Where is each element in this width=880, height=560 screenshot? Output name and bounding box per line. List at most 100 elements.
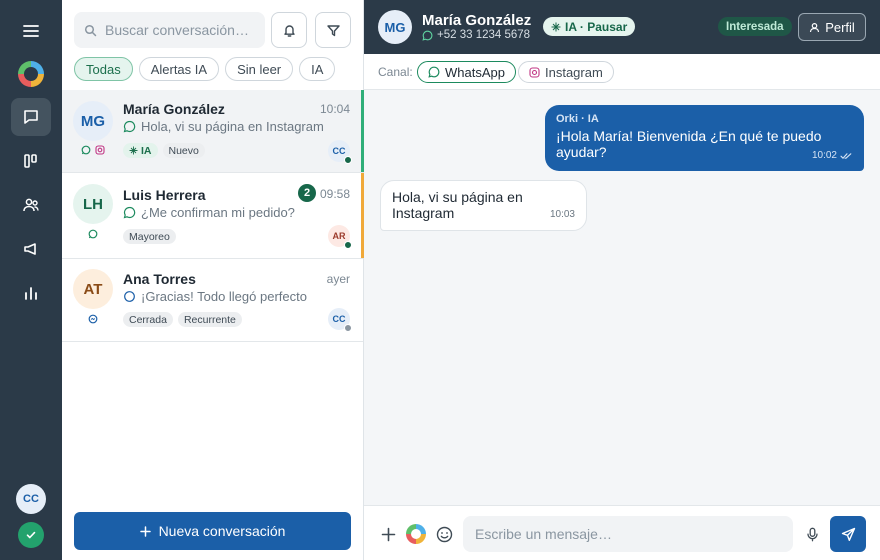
whatsapp-icon: [81, 145, 91, 155]
double-check-icon: [840, 152, 852, 160]
preview-text: ¿Me confirman mi pedido?: [141, 205, 295, 220]
profile-button[interactable]: Perfil: [798, 13, 866, 41]
search-icon: [84, 24, 97, 37]
channel-icons: [81, 145, 105, 155]
notifications-button[interactable]: [271, 12, 307, 48]
contact-name: María González: [422, 12, 532, 29]
send-icon: [841, 527, 856, 542]
channel-icons: [88, 229, 98, 239]
conversation-tags: Mayoreo: [123, 229, 176, 244]
send-button[interactable]: [830, 516, 866, 552]
user-avatar[interactable]: CC: [16, 484, 46, 514]
whatsapp-icon: [123, 120, 136, 133]
preview-text: ¡Gracias! Todo llegó perfecto: [141, 289, 307, 304]
channel-instagram[interactable]: Instagram: [518, 61, 614, 83]
board-icon: [22, 152, 40, 170]
bell-icon: [282, 23, 297, 38]
tag-closed: Cerrada: [123, 312, 173, 327]
conversation-item[interactable]: LH Luis Herrera 2 09:58 ¿Me confirman mi…: [62, 173, 364, 259]
tag-wholesale: Mayoreo: [123, 229, 176, 244]
user-icon: [809, 22, 820, 33]
nav-campaigns[interactable]: [11, 230, 51, 268]
app-logo: [18, 61, 44, 87]
conversation-tags: Cerrada Recurrente: [123, 312, 242, 327]
contact-avatar: LH: [73, 184, 113, 224]
assigned-agent: CC: [328, 308, 352, 332]
last-message-preview: ¡Gracias! Todo llegó perfecto: [123, 289, 307, 304]
search-box[interactable]: [74, 12, 265, 48]
last-message-preview: Hola, vi su página en Instagram: [123, 119, 324, 134]
channel-icons: [88, 314, 98, 324]
attach-button[interactable]: [378, 524, 398, 544]
nav-rail: CC: [0, 0, 62, 560]
nav-board[interactable]: [11, 142, 51, 180]
message-incoming: Hola, vi su página en Instagram 10:03: [380, 180, 587, 231]
channel-label: Canal:: [378, 65, 413, 79]
tag-ai: IA: [123, 143, 158, 158]
microphone-icon: [805, 527, 820, 542]
filter-all[interactable]: Todas: [74, 57, 133, 81]
online-status[interactable]: [18, 522, 44, 548]
nav-chats[interactable]: [11, 98, 51, 136]
message-composer: [364, 505, 880, 560]
message-author: Orki · IA: [556, 113, 599, 125]
tag-new: Nuevo: [162, 143, 205, 158]
conversation-item[interactable]: AT Ana Torres ayer ¡Gracias! Todo llegó …: [62, 259, 363, 342]
filter-button[interactable]: [315, 12, 351, 48]
new-conversation-button[interactable]: Nueva conversación: [74, 512, 351, 550]
message-text: ¡Hola María! Bienvenida ¿En qué te puedo…: [556, 128, 822, 160]
message-time: 10:02: [811, 150, 837, 161]
chart-icon: [22, 284, 40, 302]
instagram-icon: [529, 66, 540, 78]
nav-contacts[interactable]: [11, 186, 51, 224]
chat-header: MG María González +52 33 1234 5678 IA · …: [364, 0, 880, 54]
last-message-time: 10:04: [319, 102, 350, 116]
last-message-preview: ¿Me confirman mi pedido?: [123, 205, 295, 220]
ai-assistant-button[interactable]: [406, 524, 426, 544]
message-input[interactable]: [463, 516, 793, 552]
contact-name: Ana Torres: [123, 271, 196, 287]
contact-avatar[interactable]: MG: [378, 10, 412, 44]
nav-reports[interactable]: [11, 274, 51, 312]
last-message-time: ayer: [326, 272, 350, 286]
message-outgoing: Orki · IA ¡Hola María! Bienvenida ¿En qu…: [545, 105, 864, 171]
assigned-agent: AR: [328, 225, 352, 249]
conversation-tags: IA Nuevo: [123, 143, 205, 158]
voice-button[interactable]: [802, 524, 822, 544]
agent-status-dot: [344, 324, 352, 332]
message-meta: 10:02: [812, 150, 852, 161]
channel-whatsapp[interactable]: WhatsApp: [417, 61, 516, 83]
filter-ai[interactable]: IA: [299, 57, 336, 81]
check-icon: [25, 529, 37, 541]
filter-unread[interactable]: Sin leer: [225, 57, 294, 81]
filter-ai-alerts[interactable]: Alertas IA: [138, 57, 220, 81]
contact-phone: +52 33 1234 5678: [422, 29, 530, 41]
filter-icon: [326, 23, 341, 38]
lead-status-badge[interactable]: Interesada: [718, 17, 792, 36]
messenger-icon: [88, 314, 98, 324]
contact-name: María González: [123, 101, 225, 117]
menu-icon: [22, 22, 40, 40]
instagram-icon: [95, 145, 105, 155]
megaphone-icon: [22, 240, 40, 258]
sparkle-icon: [129, 146, 138, 155]
filter-chips: Todas Alertas IA Sin leer IA: [74, 57, 336, 81]
message-text: Hola, vi su página en Instagram: [392, 189, 523, 221]
agent-status-dot: [344, 241, 352, 249]
chat-panel: MG María González +52 33 1234 5678 IA · …: [364, 0, 880, 560]
emoji-button[interactable]: [434, 524, 454, 544]
assigned-agent: CC: [328, 140, 352, 164]
agent-status-dot: [344, 156, 352, 164]
contact-avatar: MG: [73, 101, 113, 141]
conversation-item[interactable]: MG María González 10:04 Hola, vi su pági…: [62, 90, 364, 173]
emoji-icon: [436, 526, 453, 543]
message-time: 10:03: [549, 209, 575, 220]
chat-icon: [22, 108, 40, 126]
whatsapp-icon: [422, 30, 433, 41]
menu-button[interactable]: [11, 12, 51, 50]
new-conversation-label: Nueva conversación: [158, 523, 286, 539]
messenger-icon: [123, 290, 136, 303]
plus-icon: [139, 525, 151, 537]
search-input[interactable]: [105, 22, 255, 38]
ai-pause-toggle[interactable]: IA · Pausar: [543, 17, 636, 36]
